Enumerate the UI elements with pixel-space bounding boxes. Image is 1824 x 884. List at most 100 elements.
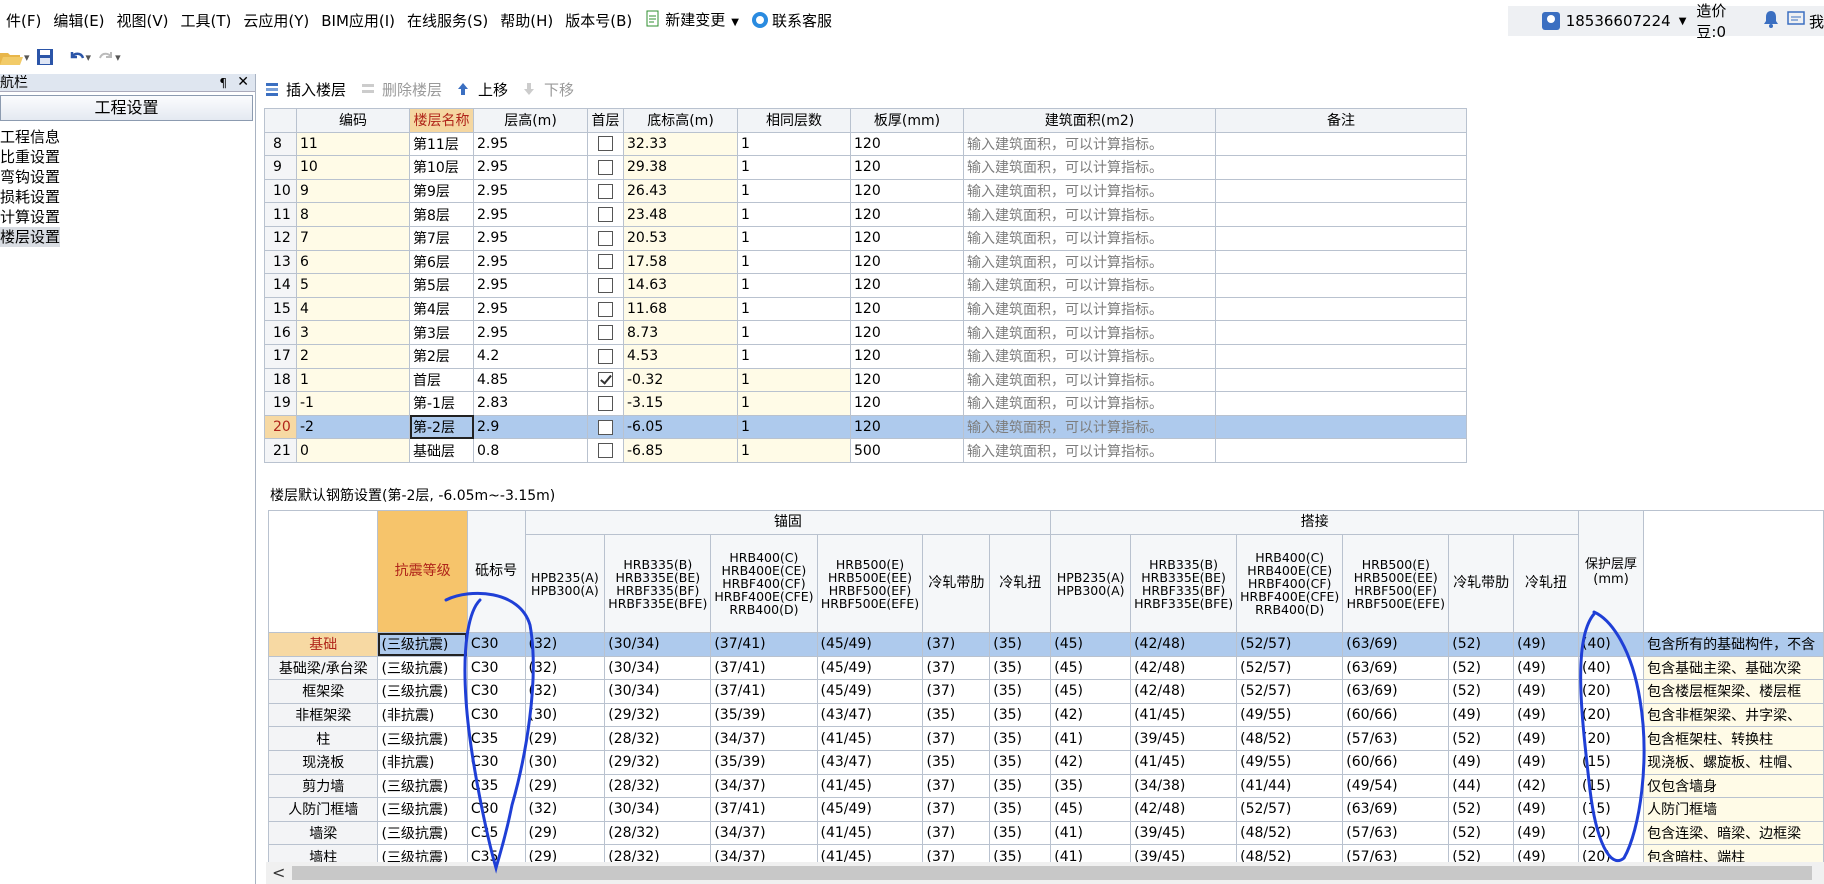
anchor-length-cell[interactable]: (29): [524, 773, 606, 799]
lap-length-cell[interactable]: (52/57): [1236, 797, 1344, 822]
floor-row[interactable]: 16 3 第3层 2.95 8.73 1 120 输入建筑面积，可以计算指标。: [264, 320, 1467, 345]
move-down-button[interactable]: 下移: [522, 79, 574, 100]
floor-row[interactable]: 15 4 第4层 2.95 11.68 1 120 输入建筑面积，可以计算指标。: [264, 296, 1467, 322]
floor-name-cell[interactable]: 第10层: [409, 155, 474, 180]
lap-length-cell[interactable]: (42): [1513, 773, 1579, 799]
bottom-elevation-cell[interactable]: 14.63: [623, 273, 738, 298]
same-floors-cell[interactable]: 1: [737, 438, 851, 463]
floor-name-cell[interactable]: 第3层: [409, 320, 474, 345]
delete-floor-button[interactable]: 删除楼层: [360, 79, 442, 100]
slab-thickness-cell[interactable]: 500: [850, 438, 964, 463]
lap-length-cell[interactable]: (63/69): [1342, 655, 1450, 681]
building-area-cell[interactable]: 输入建筑面积，可以计算指标。: [963, 367, 1216, 393]
scroll-thumb[interactable]: [292, 866, 1812, 880]
lap-length-cell[interactable]: (49): [1513, 749, 1579, 775]
menu-item[interactable]: 编辑(E): [47, 0, 110, 42]
bottom-elevation-cell[interactable]: -6.85: [623, 438, 738, 463]
lap-length-cell[interactable]: (48/52): [1236, 820, 1344, 846]
lap-length-cell[interactable]: (42/48): [1130, 632, 1238, 657]
anchor-length-cell[interactable]: (37): [922, 726, 991, 751]
remark-cell[interactable]: [1215, 202, 1467, 227]
anchor-length-cell[interactable]: (35/39): [710, 702, 818, 728]
first-floor-checkbox[interactable]: [598, 419, 613, 435]
anchor-length-cell[interactable]: (34/37): [710, 726, 818, 751]
floor-row[interactable]: 17 2 第2层 4.2 4.53 1 120 输入建筑面积，可以计算指标。: [264, 343, 1467, 369]
anchor-length-cell[interactable]: (28/32): [604, 773, 712, 799]
slab-thickness-cell[interactable]: 120: [850, 320, 964, 345]
anchor-length-cell[interactable]: (37/41): [710, 655, 818, 681]
insert-floor-button[interactable]: 插入楼层: [264, 79, 346, 100]
anchor-length-cell[interactable]: (41/45): [816, 773, 924, 799]
concrete-grade-cell[interactable]: C35: [466, 726, 526, 751]
lap-length-cell[interactable]: (39/45): [1130, 820, 1238, 846]
remark-cell[interactable]: [1215, 343, 1467, 369]
lap-length-cell[interactable]: (49/54): [1342, 773, 1450, 799]
floor-height-cell[interactable]: 2.9: [473, 414, 588, 440]
same-floors-cell[interactable]: 1: [737, 273, 851, 298]
same-floors-cell[interactable]: 1: [737, 155, 851, 180]
anchor-length-cell[interactable]: (29): [524, 820, 606, 846]
lap-length-cell[interactable]: (49/55): [1236, 702, 1344, 728]
building-area-cell[interactable]: 输入建筑面积，可以计算指标。: [963, 414, 1216, 440]
floor-row[interactable]: 19 -1 第-1层 2.83 -3.15 1 120 输入建筑面积，可以计算指标。: [264, 391, 1467, 416]
lap-length-cell[interactable]: (42/48): [1130, 655, 1238, 681]
note-cell[interactable]: 现浇板、螺旋板、柱帽、: [1643, 749, 1824, 775]
slab-thickness-cell[interactable]: 120: [850, 131, 964, 157]
lap-length-cell[interactable]: (52): [1448, 632, 1515, 657]
lap-length-cell[interactable]: (49): [1513, 820, 1579, 846]
bottom-elevation-cell[interactable]: -3.15: [623, 391, 738, 416]
anchor-length-cell[interactable]: (35): [989, 820, 1052, 846]
floor-column-header[interactable]: [264, 108, 297, 133]
building-area-cell[interactable]: 输入建筑面积，可以计算指标。: [963, 273, 1216, 298]
anchor-length-cell[interactable]: (37/41): [710, 632, 818, 657]
first-floor-checkbox[interactable]: [598, 395, 613, 411]
lap-length-cell[interactable]: (49): [1448, 749, 1515, 775]
remark-cell[interactable]: [1215, 155, 1467, 180]
lap-length-cell[interactable]: (42/48): [1130, 679, 1238, 704]
anchor-length-cell[interactable]: (45/49): [816, 655, 924, 681]
same-floors-cell[interactable]: 1: [737, 367, 851, 393]
lap-length-cell[interactable]: (57/63): [1342, 820, 1450, 846]
nav-item[interactable]: 计算设置: [0, 207, 255, 227]
building-area-cell[interactable]: 输入建筑面积，可以计算指标。: [963, 296, 1216, 322]
redo-icon[interactable]: ▾: [97, 48, 121, 66]
same-floors-cell[interactable]: 1: [737, 131, 851, 157]
slab-thickness-cell[interactable]: 120: [850, 367, 964, 393]
lap-length-cell[interactable]: (34/38): [1130, 773, 1238, 799]
floor-name-cell[interactable]: 第4层: [409, 296, 474, 322]
anchor-length-cell[interactable]: (35): [989, 773, 1052, 799]
nav-item[interactable]: 弯钩设置: [0, 167, 255, 187]
lap-length-cell[interactable]: (41/45): [1130, 702, 1238, 728]
anchor-length-cell[interactable]: (37): [922, 655, 991, 681]
anchor-length-cell[interactable]: (35): [922, 702, 991, 728]
floor-height-cell[interactable]: 2.95: [473, 155, 588, 180]
save-icon[interactable]: [36, 48, 54, 66]
remark-cell[interactable]: [1215, 249, 1467, 275]
floor-row[interactable]: 9 10 第10层 2.95 29.38 1 120 输入建筑面积，可以计算指标。: [264, 155, 1467, 180]
anchor-length-cell[interactable]: (35): [989, 749, 1052, 775]
remark-cell[interactable]: [1215, 296, 1467, 322]
concrete-grade-cell[interactable]: C30: [466, 655, 526, 681]
anchor-length-cell[interactable]: (37/41): [710, 797, 818, 822]
first-floor-checkbox[interactable]: [598, 136, 613, 152]
floor-name-cell[interactable]: 基础层: [409, 438, 474, 463]
floor-row[interactable]: 20 -2 第-2层 2.9 -6.05 1 120 输入建筑面积，可以计算指标。: [264, 414, 1467, 440]
floor-name-cell[interactable]: 第6层: [409, 249, 474, 275]
anchor-length-cell[interactable]: (28/32): [604, 726, 712, 751]
building-area-cell[interactable]: 输入建筑面积，可以计算指标。: [963, 249, 1216, 275]
note-cell[interactable]: 包含所有的基础构件，不含: [1643, 632, 1824, 657]
floor-row[interactable]: 8 11 第11层 2.95 32.33 1 120 输入建筑面积，可以计算指标。: [264, 131, 1467, 157]
seismic-grade-cell[interactable]: (三级抗震): [377, 797, 468, 822]
menu-item[interactable]: 视图(V): [111, 0, 175, 42]
remark-cell[interactable]: [1215, 178, 1467, 204]
lap-length-cell[interactable]: (44): [1448, 773, 1515, 799]
lap-length-cell[interactable]: (49): [1448, 702, 1515, 728]
bottom-elevation-cell[interactable]: 4.53: [623, 343, 738, 369]
floor-height-cell[interactable]: 2.95: [473, 202, 588, 227]
floor-height-cell[interactable]: 2.95: [473, 273, 588, 298]
floor-row[interactable]: 18 1 首层 4.85 -0.32 1 120 输入建筑面积，可以计算指标。: [264, 367, 1467, 393]
cover-thickness-header[interactable]: 保护层厚(mm): [1577, 510, 1645, 633]
bell-icon[interactable]: [1763, 10, 1779, 32]
lap-length-cell[interactable]: (63/69): [1342, 679, 1450, 704]
rebar-row[interactable]: 人防门框墙 (三级抗震) C30 (32) (30/34) (37/41) (45/49)(…: [267, 797, 1824, 822]
